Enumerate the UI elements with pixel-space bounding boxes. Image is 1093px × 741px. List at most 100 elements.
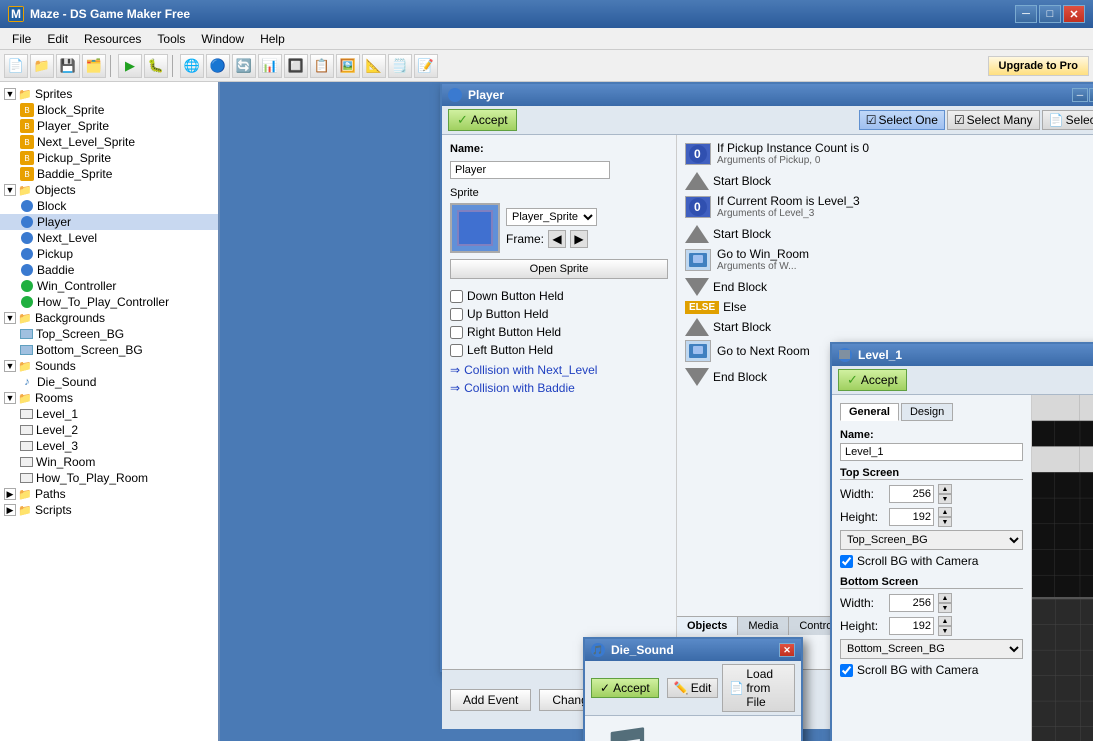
select-all-button[interactable]: 📄 Select All — [1042, 110, 1093, 130]
tab-objects[interactable]: Objects — [677, 617, 738, 635]
menu-edit[interactable]: Edit — [39, 30, 76, 48]
up-button-held-checkbox[interactable] — [450, 308, 463, 321]
tree-backgrounds-section[interactable]: ▼ 📁 Backgrounds — [0, 310, 218, 326]
tool-7[interactable]: 🖼️ — [336, 54, 360, 78]
tree-pickup-obj[interactable]: Pickup — [0, 246, 218, 262]
die-edit-button[interactable]: ✏️ Edit — [667, 678, 719, 698]
top-height-down[interactable]: ▼ — [938, 517, 952, 527]
player-window-minimize[interactable]: ─ — [1072, 88, 1088, 102]
tool-2[interactable]: 🔵 — [206, 54, 230, 78]
new-button[interactable]: 📄 — [4, 54, 28, 78]
tool-9[interactable]: 🗒️ — [388, 54, 412, 78]
left-button-held-checkbox[interactable] — [450, 344, 463, 357]
sounds-expand[interactable]: ▼ — [4, 360, 16, 372]
close-button[interactable]: ✕ — [1063, 5, 1085, 23]
tool-5[interactable]: 🔲 — [284, 54, 308, 78]
player-accept-button[interactable]: ✓ Accept — [448, 109, 517, 131]
tree-player-sprite[interactable]: B Player_Sprite — [0, 118, 218, 134]
sprite-select[interactable]: Player_Sprite — [506, 208, 597, 226]
down-button-held-checkbox[interactable] — [450, 290, 463, 303]
menu-resources[interactable]: Resources — [76, 30, 149, 48]
die-sound-close[interactable]: ✕ — [779, 643, 795, 657]
tree-howtoplayroom[interactable]: How_To_Play_Room — [0, 470, 218, 486]
collision-baddie-row[interactable]: ⇒ Collision with Baddie — [450, 381, 668, 395]
tree-pickup-sprite[interactable]: B Pickup_Sprite — [0, 150, 218, 166]
top-bg-select[interactable]: Top_Screen_BG — [840, 530, 1023, 550]
tree-wincontroller-obj[interactable]: Win_Controller — [0, 278, 218, 294]
open-sprite-button[interactable]: Open Sprite — [450, 259, 668, 279]
level1-name-input[interactable] — [840, 443, 1023, 461]
frame-prev-button[interactable]: ◀ — [548, 230, 566, 248]
open-button[interactable]: 📁 — [30, 54, 54, 78]
top-height-input[interactable] — [889, 508, 934, 526]
tree-howtoplay-obj[interactable]: How_To_Play_Controller — [0, 294, 218, 310]
tree-baddie-sprite[interactable]: B Baddie_Sprite — [0, 166, 218, 182]
tree-scripts-section[interactable]: ▶ 📁 Scripts — [0, 502, 218, 518]
die-load-button[interactable]: 📄 Load from File — [722, 664, 795, 712]
top-width-input[interactable] — [889, 485, 934, 503]
bot-width-up[interactable]: ▲ — [938, 593, 952, 603]
bot-height-up[interactable]: ▲ — [938, 616, 952, 626]
tool-1[interactable]: 🌐 — [180, 54, 204, 78]
bot-width-down[interactable]: ▼ — [938, 603, 952, 613]
tool-6[interactable]: 📋 — [310, 54, 334, 78]
frame-next-button[interactable]: ▶ — [570, 230, 588, 248]
save-all-button[interactable]: 🗂️ — [82, 54, 106, 78]
collision-nextlevel-row[interactable]: ⇒ Collision with Next_Level — [450, 363, 668, 377]
tool-10[interactable]: 📝 — [414, 54, 438, 78]
objects-expand[interactable]: ▼ — [4, 184, 16, 196]
top-width-up[interactable]: ▲ — [938, 484, 952, 494]
tree-player-obj[interactable]: Player — [0, 214, 218, 230]
player-name-input[interactable] — [450, 161, 610, 179]
tree-winroom[interactable]: Win_Room — [0, 454, 218, 470]
tree-nextlevel-obj[interactable]: Next_Level — [0, 230, 218, 246]
backgrounds-expand[interactable]: ▼ — [4, 312, 16, 324]
menu-file[interactable]: File — [4, 30, 39, 48]
top-height-up[interactable]: ▲ — [938, 507, 952, 517]
tool-3[interactable]: 🔄 — [232, 54, 256, 78]
save-button[interactable]: 💾 — [56, 54, 80, 78]
tool-4[interactable]: 📊 — [258, 54, 282, 78]
tree-objects-section[interactable]: ▼ 📁 Objects — [0, 182, 218, 198]
tree-level2[interactable]: Level_2 — [0, 422, 218, 438]
rooms-expand[interactable]: ▼ — [4, 392, 16, 404]
top-scroll-checkbox[interactable] — [840, 555, 853, 568]
menu-window[interactable]: Window — [193, 30, 252, 48]
minimize-button[interactable]: ─ — [1015, 5, 1037, 23]
tree-paths-section[interactable]: ▶ 📁 Paths — [0, 486, 218, 502]
bot-scroll-checkbox[interactable] — [840, 664, 853, 677]
paths-expand[interactable]: ▶ — [4, 488, 16, 500]
top-width-down[interactable]: ▼ — [938, 494, 952, 504]
tree-die-sound[interactable]: ♪ Die_Sound — [0, 374, 218, 390]
scripts-expand[interactable]: ▶ — [4, 504, 16, 516]
maximize-button[interactable]: □ — [1039, 5, 1061, 23]
level1-tab-design[interactable]: Design — [901, 403, 953, 421]
tree-sounds-section[interactable]: ▼ 📁 Sounds — [0, 358, 218, 374]
level1-accept-button[interactable]: ✓ Accept — [838, 369, 907, 391]
tree-block-obj[interactable]: Block — [0, 198, 218, 214]
bot-height-down[interactable]: ▼ — [938, 626, 952, 636]
tree-topscreenbg[interactable]: Top_Screen_BG — [0, 326, 218, 342]
tab-media[interactable]: Media — [738, 617, 789, 635]
bot-width-input[interactable] — [889, 594, 934, 612]
right-button-held-checkbox[interactable] — [450, 326, 463, 339]
bot-bg-select[interactable]: Bottom_Screen_BG — [840, 639, 1023, 659]
tree-level3[interactable]: Level_3 — [0, 438, 218, 454]
debug-button[interactable]: 🐛 — [144, 54, 168, 78]
sprites-expand[interactable]: ▼ — [4, 88, 16, 100]
tree-sprites-section[interactable]: ▼ 📁 Sprites — [0, 86, 218, 102]
tree-level1[interactable]: Level_1 — [0, 406, 218, 422]
bot-height-input[interactable] — [889, 617, 934, 635]
menu-help[interactable]: Help — [252, 30, 293, 48]
tree-rooms-section[interactable]: ▼ 📁 Rooms — [0, 390, 218, 406]
player-window-maximize[interactable]: □ — [1089, 88, 1093, 102]
tree-block-sprite[interactable]: B Block_Sprite — [0, 102, 218, 118]
run-button[interactable]: ▶ — [118, 54, 142, 78]
tree-nextlevel-sprite[interactable]: B Next_Level_Sprite — [0, 134, 218, 150]
menu-tools[interactable]: Tools — [149, 30, 193, 48]
select-many-button[interactable]: ☑ Select Many — [947, 110, 1040, 130]
tree-baddie-obj[interactable]: Baddie — [0, 262, 218, 278]
select-one-button[interactable]: ☑ Select One — [859, 110, 945, 130]
add-event-button[interactable]: Add Event — [450, 689, 531, 711]
die-accept-button[interactable]: ✓ Accept — [591, 678, 659, 698]
